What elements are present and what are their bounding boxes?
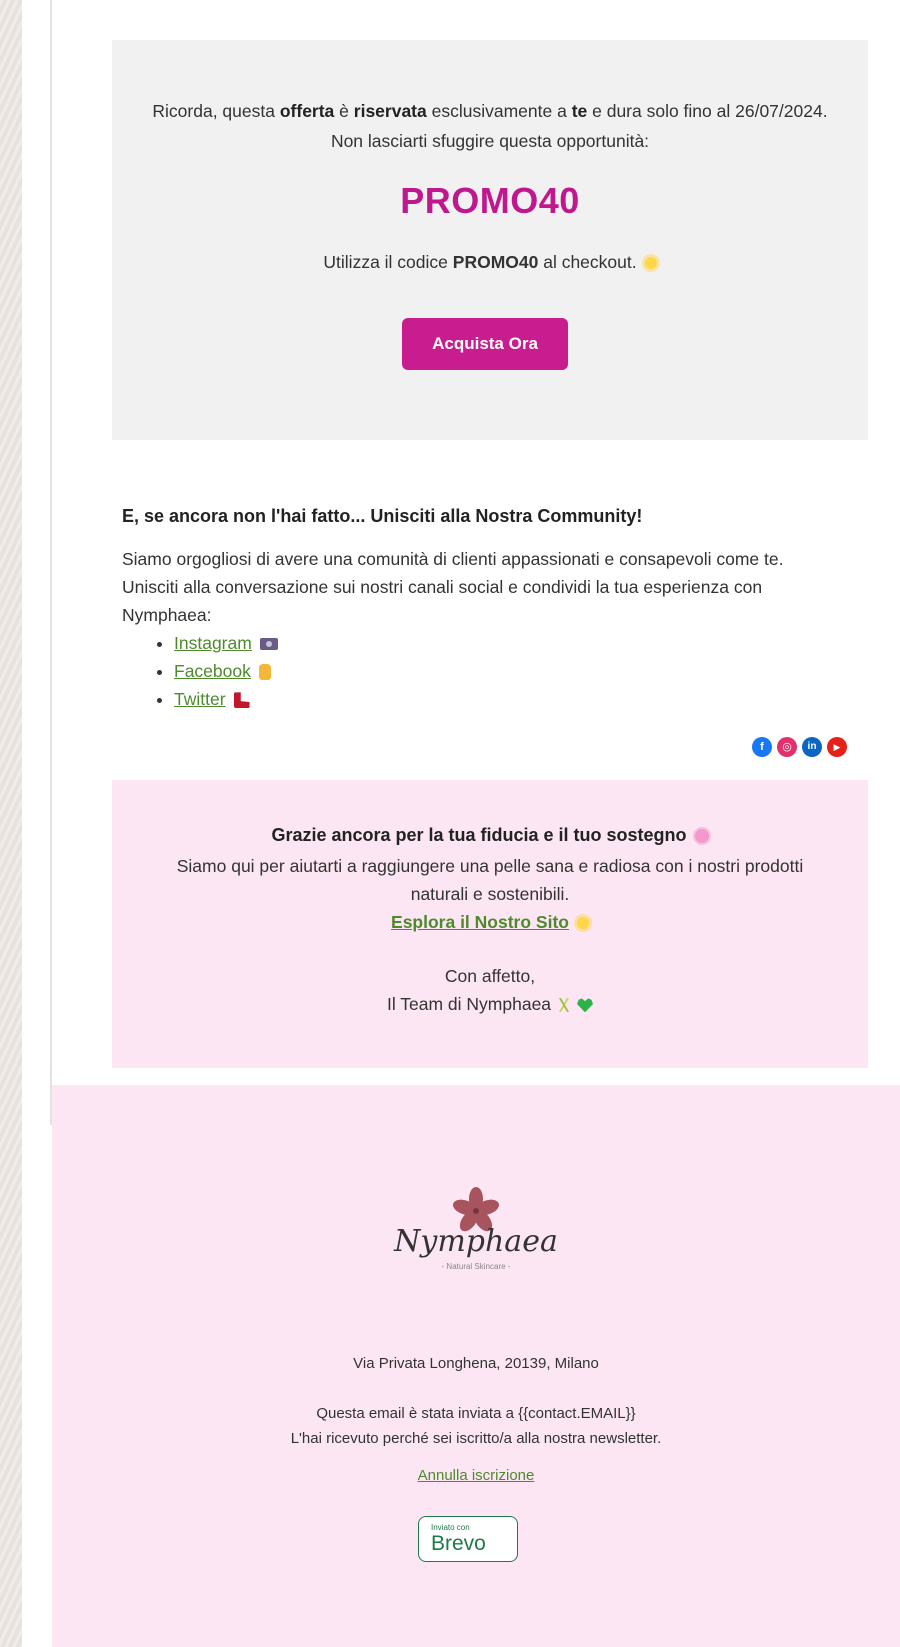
- thanks-box: Grazie ancora per la tua fiducia e il tu…: [112, 780, 868, 1068]
- thumbs-up-icon: [258, 664, 271, 681]
- promo-code-title: PROMO40: [400, 180, 580, 221]
- thanks-title: Grazie ancora per la tua fiducia e il tu…: [112, 825, 868, 846]
- divider: [50, 0, 52, 1125]
- thanks-body: Siamo qui per aiutarti a raggiungere una…: [176, 856, 804, 904]
- linkedin-icon[interactable]: in: [802, 737, 822, 757]
- promo-box: Ricorda, questa offerta è riservata escl…: [112, 40, 868, 440]
- sun-icon: [576, 917, 589, 930]
- promo-use-text: Utilizza il codice: [323, 252, 453, 272]
- promo-intro-bold: te: [571, 101, 588, 121]
- nymphaea-logo[interactable]: Nymphaea - Natural Skincare -: [366, 1185, 586, 1275]
- social-icons: f ◎ in ▶: [752, 737, 847, 757]
- signature-team: Il Team di Nymphaea: [112, 994, 868, 1015]
- footer-sent-info: Questa email è stata inviata a {{contact…: [52, 1401, 900, 1451]
- promo-intro-text: Ricorda, questa: [152, 101, 280, 121]
- facebook-link[interactable]: Facebook: [174, 661, 251, 681]
- camera-icon: [259, 638, 278, 651]
- thanks-title-text: Grazie ancora per la tua fiducia e il tu…: [271, 825, 687, 845]
- herb-icon: [557, 998, 572, 1013]
- promo-intro-text: esclusivamente a: [426, 101, 572, 121]
- promo-use-line: Utilizza il codice PROMO40 al checkout.: [112, 252, 868, 273]
- explore-site-link[interactable]: Esplora il Nostro Sito: [391, 912, 569, 932]
- brevo-sent-with: Inviato con: [431, 1523, 470, 1532]
- brevo-logo-text: Brevo: [431, 1532, 486, 1555]
- email-body: Ricorda, questa offerta è riservata escl…: [22, 0, 900, 1647]
- youtube-icon[interactable]: ▶: [827, 737, 847, 757]
- flower-icon: [694, 829, 709, 844]
- sun-icon: [644, 257, 657, 270]
- promo-intro: Ricorda, questa offerta è riservata escl…: [142, 96, 838, 156]
- promo-use-code: PROMO40: [452, 252, 539, 272]
- footer: Nymphaea - Natural Skincare - Via Privat…: [52, 1085, 900, 1647]
- promo-use-text: al checkout.: [538, 252, 637, 272]
- signature-team-text: Il Team di Nymphaea: [386, 994, 552, 1014]
- green-heart-icon: [577, 998, 594, 1013]
- community-title: E, se ancora non l'hai fatto... Unisciti…: [122, 506, 643, 526]
- list-item: Twitter: [174, 685, 842, 713]
- subscription-reason: L'hai ricevuto perché sei iscritto/a all…: [290, 1430, 662, 1447]
- unsubscribe-link[interactable]: Annulla iscrizione: [418, 1467, 535, 1484]
- community-section: E, se ancora non l'hai fatto... Unisciti…: [122, 506, 842, 713]
- promo-intro-bold: riservata: [353, 101, 427, 121]
- instagram-icon[interactable]: ◎: [777, 737, 797, 757]
- brevo-badge[interactable]: Inviato con Brevo: [418, 1516, 518, 1562]
- instagram-link[interactable]: Instagram: [174, 633, 252, 653]
- logo-text: Nymphaea: [393, 1224, 558, 1259]
- list-item: Facebook: [174, 657, 842, 685]
- sent-to-text: Questa email è stata inviata a {{contact…: [316, 1405, 636, 1422]
- list-item: Instagram: [174, 629, 842, 657]
- promo-intro-text: è: [334, 101, 354, 121]
- footer-address: Via Privata Longhena, 20139, Milano: [353, 1355, 599, 1372]
- explore-site-line: Esplora il Nostro Sito: [112, 912, 868, 933]
- twitter-link[interactable]: Twitter: [174, 689, 226, 709]
- logo-subtitle: - Natural Skincare -: [442, 1262, 511, 1271]
- promo-intro-bold: offerta: [279, 101, 335, 121]
- signature-greeting: Con affetto,: [444, 966, 536, 986]
- social-links-list: Instagram Facebook Twitter: [122, 629, 842, 713]
- facebook-icon[interactable]: f: [752, 737, 772, 757]
- buy-now-button[interactable]: Acquista Ora: [402, 318, 568, 370]
- community-body: Siamo orgogliosi di avere una comunità d…: [122, 549, 784, 625]
- unsubscribe-line: Annulla iscrizione: [52, 1467, 900, 1484]
- boot-icon: [233, 692, 250, 709]
